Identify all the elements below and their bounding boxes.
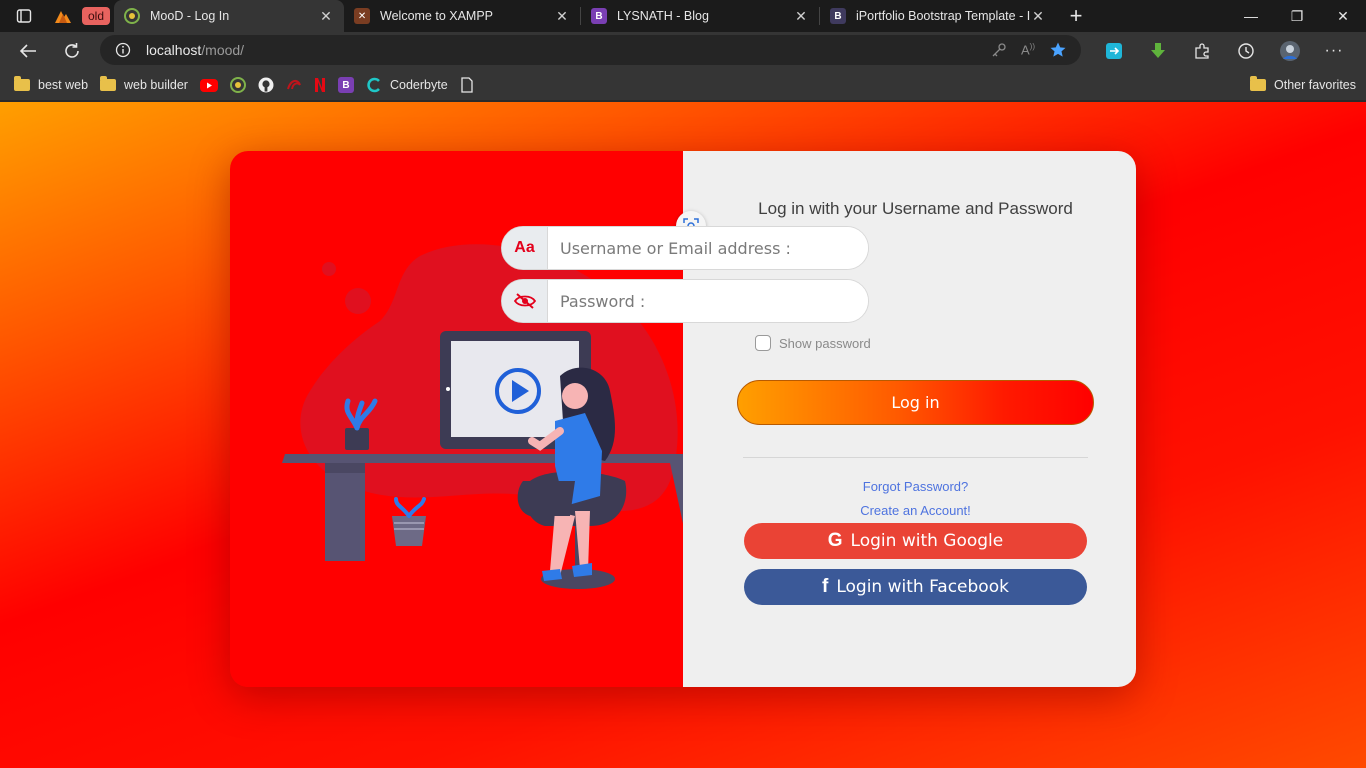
bookmark-web-builder[interactable]: web builder xyxy=(94,72,194,98)
folder-icon xyxy=(14,76,30,91)
mood-logo-icon xyxy=(229,77,246,93)
screen-share-extension-icon[interactable] xyxy=(1092,32,1136,70)
browser-toolbar: localhost/mood/ A)) ··· xyxy=(0,32,1366,70)
bootstrap-icon: B xyxy=(591,8,608,24)
show-password-label: Show password xyxy=(779,335,871,351)
bookmark-mood[interactable] xyxy=(224,72,252,98)
bookmark-netflix[interactable] xyxy=(308,72,332,98)
form-heading: Log in with your Username and Password xyxy=(758,199,1073,218)
xampp-icon: ✕ xyxy=(354,8,371,24)
url-host: localhost xyxy=(146,42,202,58)
extensions-puzzle-icon[interactable] xyxy=(1180,32,1224,70)
address-bar-icons: A)) xyxy=(991,41,1081,59)
facebook-login-button[interactable]: f Login with Facebook xyxy=(744,569,1087,605)
restore-icon[interactable]: ❐ xyxy=(1274,0,1320,32)
tab-bar: old MooD - Log In ✕ ✕ Welcome to XAMPP ✕… xyxy=(0,0,1366,32)
address-bar[interactable]: localhost/mood/ A)) xyxy=(100,35,1081,65)
bookmark-github[interactable] xyxy=(252,72,280,98)
google-icon: G xyxy=(827,530,843,551)
close-tab-icon[interactable]: ✕ xyxy=(1030,8,1046,25)
bookmark-label: web builder xyxy=(124,78,188,92)
key-icon[interactable] xyxy=(991,42,1007,58)
close-tab-icon[interactable]: ✕ xyxy=(793,8,809,25)
bookmark-youtube[interactable] xyxy=(194,72,224,98)
close-tab-icon[interactable]: ✕ xyxy=(318,8,334,25)
username-input[interactable] xyxy=(548,227,868,269)
close-window-icon[interactable]: ✕ xyxy=(1320,0,1366,32)
bookmarks-bar: best web web builder B Coderbyte Other f… xyxy=(0,70,1366,100)
tab-title: Welcome to XAMPP xyxy=(380,9,494,23)
download-extension-icon[interactable] xyxy=(1136,32,1180,70)
login-button[interactable]: Log in xyxy=(737,380,1094,425)
settings-more-icon[interactable]: ··· xyxy=(1312,32,1356,70)
youtube-icon xyxy=(199,78,218,92)
extension-icons: ··· xyxy=(1092,32,1356,70)
password-input-group xyxy=(501,279,869,323)
google-login-button[interactable]: G Login with Google xyxy=(744,523,1087,559)
mood-logo-icon xyxy=(124,8,141,24)
new-tab-button[interactable]: + xyxy=(1056,0,1096,32)
back-button[interactable] xyxy=(6,32,50,70)
bookmark-coderbyte[interactable]: Coderbyte xyxy=(360,72,454,98)
tab-group-chip[interactable]: old xyxy=(82,7,111,25)
bootstrap-icon: B xyxy=(337,77,354,93)
url-path: /mood/ xyxy=(201,42,245,58)
bookmark-page[interactable] xyxy=(454,72,480,98)
minimize-icon[interactable]: — xyxy=(1228,0,1274,32)
back-arrow-icon xyxy=(19,44,36,58)
bookmark-bootstrap[interactable]: B xyxy=(332,72,360,98)
facebook-login-label: Login with Facebook xyxy=(836,577,1009,597)
password-input[interactable] xyxy=(548,280,868,322)
netflix-icon xyxy=(314,78,325,92)
tab-lysnath-blog[interactable]: B LYSNATH - Blog ✕ xyxy=(581,0,819,32)
tab-actions-button[interactable] xyxy=(0,0,48,32)
site-info-icon[interactable] xyxy=(100,42,146,58)
bookmark-best-web[interactable]: best web xyxy=(8,72,94,98)
tab-actions-icon xyxy=(16,9,32,23)
show-password-checkbox[interactable] xyxy=(755,335,771,351)
bookmark-label: Coderbyte xyxy=(389,78,448,92)
show-password-toggle[interactable]: Show password xyxy=(755,335,871,351)
favorite-star-icon[interactable] xyxy=(1049,41,1067,59)
eye-slash-icon[interactable] xyxy=(502,280,548,322)
pinned-tab[interactable] xyxy=(48,0,78,32)
tab-xampp[interactable]: ✕ Welcome to XAMPP ✕ xyxy=(344,0,580,32)
folder-icon xyxy=(1250,76,1267,91)
window-controls: — ❐ ✕ xyxy=(1228,0,1366,32)
username-input-group: Aa xyxy=(501,226,869,270)
bookmark-red-swirl[interactable] xyxy=(280,72,308,98)
other-favorites[interactable]: Other favorites xyxy=(1244,72,1366,98)
tab-title: LYSNATH - Blog xyxy=(617,9,709,23)
google-login-label: Login with Google xyxy=(850,531,1004,551)
history-icon[interactable] xyxy=(1224,32,1268,70)
profile-avatar-icon[interactable] xyxy=(1268,32,1312,70)
tab-title: MooD - Log In xyxy=(150,9,230,23)
text-case-icon: Aa xyxy=(502,227,548,269)
github-icon xyxy=(258,77,274,93)
create-account-link[interactable]: Create an Account! xyxy=(683,503,1136,518)
bookmark-label: best web xyxy=(38,78,89,92)
page-background: Log in with your Username and Password A… xyxy=(0,102,1366,768)
folder-icon xyxy=(100,76,117,91)
url-text: localhost/mood/ xyxy=(146,42,244,58)
tab-iportfolio[interactable]: B iPortfolio Bootstrap Template - Ir ✕ xyxy=(820,0,1056,32)
forgot-password-link[interactable]: Forgot Password? xyxy=(683,479,1136,494)
close-tab-icon[interactable]: ✕ xyxy=(554,8,570,25)
form-divider xyxy=(743,457,1088,458)
coderbyte-icon xyxy=(367,77,380,93)
red-swirl-icon xyxy=(287,79,301,90)
other-favorites-label: Other favorites xyxy=(1274,78,1356,92)
mountain-logo-icon xyxy=(55,11,71,23)
bootstrap-icon: B xyxy=(830,8,847,24)
tab-mood-login[interactable]: MooD - Log In ✕ xyxy=(114,0,345,32)
refresh-button[interactable] xyxy=(50,32,94,70)
page-icon xyxy=(461,77,473,93)
facebook-icon: f xyxy=(822,576,829,597)
read-aloud-icon[interactable]: A)) xyxy=(1021,42,1035,57)
refresh-icon xyxy=(65,43,79,58)
tab-title: iPortfolio Bootstrap Template - Ir xyxy=(856,9,1031,23)
